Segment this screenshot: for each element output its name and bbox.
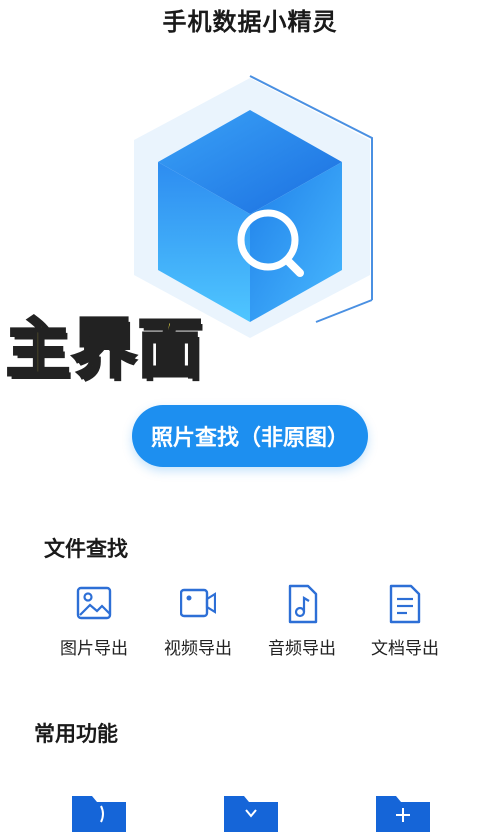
common-function-folder-icon[interactable]	[224, 792, 278, 832]
app-title: 手机数据小精灵	[162, 8, 338, 36]
tool-item-label: 音频导出	[268, 639, 336, 659]
tool-item-document-export[interactable]: 文档导出	[355, 584, 455, 659]
image-icon	[76, 586, 112, 620]
section-title-common-functions: 常用功能	[34, 722, 118, 746]
document-icon	[389, 584, 421, 624]
tool-item-label: 文档导出	[371, 639, 439, 659]
tool-item-label: 图片导出	[60, 639, 128, 659]
tool-item-video-export[interactable]: 视频导出	[148, 584, 248, 659]
common-function-folder-icon[interactable]	[376, 792, 430, 832]
photo-search-button[interactable]: 照片查找（非原图）	[132, 405, 368, 467]
tool-item-audio-export[interactable]: 音频导出	[252, 584, 352, 659]
overlay-caption: 主界面	[5, 312, 204, 389]
section-title-file-search: 文件查找	[44, 537, 128, 561]
tool-item-label: 视频导出	[164, 639, 232, 659]
common-function-folder-icon[interactable]	[72, 792, 126, 832]
tool-item-image-export[interactable]: 图片导出	[44, 584, 144, 659]
music-file-icon	[288, 584, 318, 624]
video-icon	[180, 588, 216, 618]
